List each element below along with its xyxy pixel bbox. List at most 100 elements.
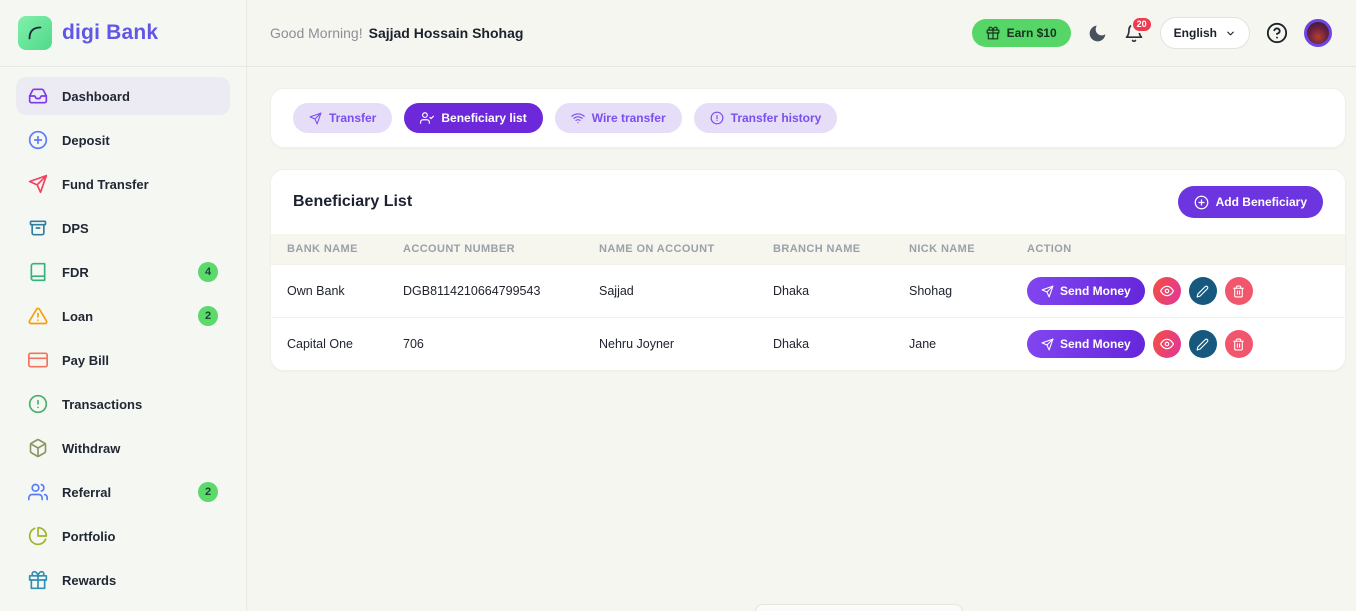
sidebar-item-fund-transfer[interactable]: Fund Transfer [16,165,230,203]
sidebar-item-referral[interactable]: Referral 2 [16,473,230,511]
sidebar-item-dashboard[interactable]: Dashboard [16,77,230,115]
sidebar-item-label: Pay Bill [62,353,109,368]
transfer-tabs-card: Transfer Beneficiary list Wire transfer … [270,88,1346,148]
table-row: Own Bank DGB8114210664799543 Sajjad Dhak… [271,265,1345,318]
send-icon [1041,285,1054,298]
greeting-text: Good Morning! [270,25,363,41]
tab-label: Transfer history [731,111,822,125]
brand-name: digi Bank [62,21,158,45]
avatar[interactable] [1304,19,1332,47]
cell-nick-name: Jane [893,318,1011,371]
sidebar-item-label: FDR [62,265,89,280]
add-beneficiary-label: Add Beneficiary [1216,195,1307,209]
eye-icon [1160,284,1174,298]
sidebar-item-label: Fund Transfer [62,177,149,192]
cell-bank-name: Capital One [271,318,387,371]
view-beneficiary-button[interactable] [1153,330,1181,358]
tab-label: Wire transfer [592,111,666,125]
brand-logo-icon [18,16,52,50]
trash-icon [1232,338,1245,351]
sidebar-item-withdraw[interactable]: Withdraw [16,429,230,467]
sidebar-item-label: Loan [62,309,93,324]
book-icon [28,262,48,282]
brand-logo[interactable]: digi Bank [0,0,246,67]
notification-count-badge: 20 [1131,16,1153,33]
top-header: Good Morning! Sajjad Hossain Shohag Earn… [247,0,1356,67]
table-header-row: Bank Name Account Number Name On Account… [271,234,1345,265]
user-check-icon [420,111,434,125]
dark-mode-toggle[interactable] [1087,23,1108,44]
fdr-count-badge: 4 [198,262,218,282]
sidebar-item-label: Portfolio [62,529,115,544]
sidebar-item-label: Withdraw [62,441,120,456]
delete-beneficiary-button[interactable] [1225,277,1253,305]
cell-account-number: 706 [387,318,583,371]
gift-icon [28,570,48,590]
edit-beneficiary-button[interactable] [1189,330,1217,358]
delete-beneficiary-button[interactable] [1225,330,1253,358]
view-beneficiary-button[interactable] [1153,277,1181,305]
pencil-icon [1196,338,1209,351]
header-actions: Earn $10 20 English [972,17,1332,49]
referral-count-badge: 2 [198,482,218,502]
cell-bank-name: Own Bank [271,265,387,318]
user-name: Sajjad Hossain Shohag [369,25,524,41]
sidebar-item-dps[interactable]: DPS [16,209,230,247]
help-icon [1266,22,1288,44]
cell-branch-name: Dhaka [757,318,893,371]
column-header-name-on-account: Name On Account [583,234,757,265]
notifications-button[interactable]: 20 [1124,23,1144,43]
tab-transfer-history[interactable]: Transfer history [694,103,838,133]
pencil-icon [1196,285,1209,298]
sidebar-item-transactions[interactable]: Transactions [16,385,230,423]
sidebar-item-fdr[interactable]: FDR 4 [16,253,230,291]
sidebar-item-loan[interactable]: Loan 2 [16,297,230,335]
tab-label: Transfer [329,111,376,125]
trash-icon [1232,285,1245,298]
tab-transfer[interactable]: Transfer [293,103,392,133]
sidebar-item-portfolio[interactable]: Portfolio [16,517,230,555]
plus-circle-icon [28,130,48,150]
column-header-nick-name: Nick Name [893,234,1011,265]
alert-circle-icon [28,394,48,414]
language-selector[interactable]: English [1160,17,1250,49]
wifi-icon [571,111,585,125]
beneficiary-list-card: Beneficiary List Add Beneficiary Bank Na… [270,169,1346,371]
cell-actions: Send Money [1011,318,1345,371]
sidebar-item-label: Referral [62,485,111,500]
users-icon [28,482,48,502]
credit-card-icon [28,350,48,370]
page-title: Beneficiary List [293,193,412,211]
tab-beneficiary-list[interactable]: Beneficiary list [404,103,542,133]
cube-icon [28,438,48,458]
history-icon [710,111,724,125]
moon-icon [1087,23,1108,44]
sidebar-item-pay-bill[interactable]: Pay Bill [16,341,230,379]
main-content: Transfer Beneficiary list Wire transfer … [247,67,1356,611]
send-icon [1041,338,1054,351]
send-money-button[interactable]: Send Money [1027,277,1145,305]
inbox-icon [28,86,48,106]
loan-count-badge: 2 [198,306,218,326]
archive-icon [28,218,48,238]
beneficiary-list-header: Beneficiary List Add Beneficiary [271,170,1345,234]
send-money-label: Send Money [1060,337,1131,351]
eye-icon [1160,337,1174,351]
sidebar: digi Bank Dashboard Deposit Fund Transfe… [0,0,247,611]
language-label: English [1174,26,1217,40]
add-beneficiary-button[interactable]: Add Beneficiary [1178,186,1323,218]
sidebar-item-rewards[interactable]: Rewards [16,561,230,599]
edit-beneficiary-button[interactable] [1189,277,1217,305]
alert-triangle-icon [28,306,48,326]
table-row: Capital One 706 Nehru Joyner Dhaka Jane … [271,318,1345,371]
cell-name-on-account: Sajjad [583,265,757,318]
send-icon [28,174,48,194]
earn-money-button[interactable]: Earn $10 [972,19,1071,47]
sidebar-item-deposit[interactable]: Deposit [16,121,230,159]
send-money-label: Send Money [1060,284,1131,298]
pie-chart-icon [28,526,48,546]
help-button[interactable] [1266,22,1288,44]
send-money-button[interactable]: Send Money [1027,330,1145,358]
horizontal-scrollbar[interactable] [755,604,963,611]
tab-wire-transfer[interactable]: Wire transfer [555,103,682,133]
